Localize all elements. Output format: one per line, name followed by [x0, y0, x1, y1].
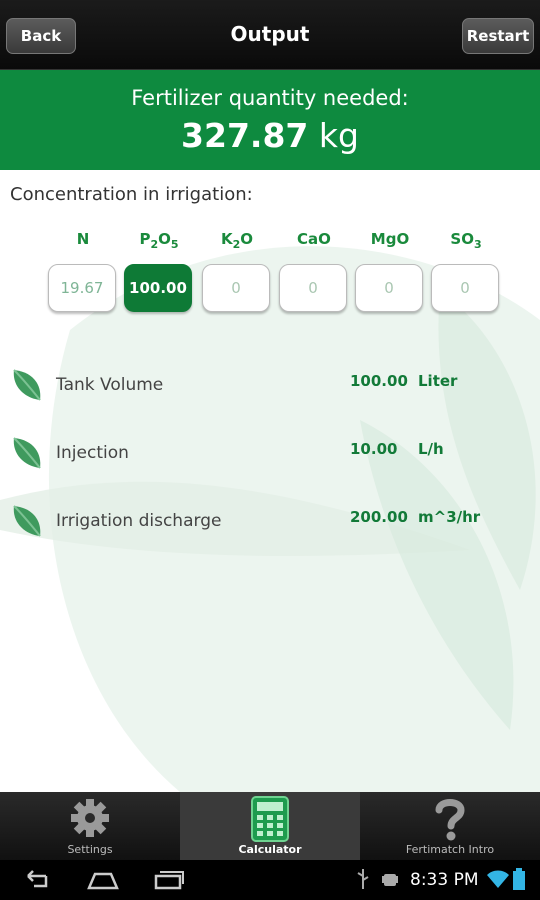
- concentration-title: Concentration in irrigation:: [10, 184, 253, 205]
- wifi-icon: [487, 870, 509, 888]
- status-clock: 8:33 PM: [410, 870, 479, 890]
- nav-home-icon[interactable]: [86, 868, 120, 892]
- injection-value[interactable]: 10.00: [350, 440, 397, 458]
- injection-label: Injection: [56, 443, 129, 463]
- nutrient-header: SO3: [450, 230, 482, 251]
- tab-settings[interactable]: Settings: [0, 792, 180, 860]
- result-value: 327.87: [181, 116, 309, 155]
- result-label: Fertilizer quantity needed:: [131, 86, 409, 110]
- battery-icon: [513, 868, 525, 890]
- nutrient-header: MgO: [370, 230, 410, 248]
- tab-calculator-label: Calculator: [238, 843, 302, 856]
- nutrient-header: K2O: [220, 230, 254, 251]
- nutrient-value-field[interactable]: 0: [355, 264, 423, 312]
- tab-calculator[interactable]: Calculator: [180, 792, 360, 860]
- irrigation-discharge-label: Irrigation discharge: [56, 511, 222, 531]
- irrigation-discharge-unit: m^3/hr: [418, 508, 481, 526]
- tab-intro-label: Fertimatch Intro: [405, 843, 495, 856]
- main-content: Concentration in irrigation: N 19.67 P2O5 1…: [0, 170, 540, 792]
- nutrient-header: P2O5: [139, 230, 179, 251]
- nav-recents-icon[interactable]: [153, 868, 185, 892]
- calculator-icon: [251, 796, 289, 842]
- action-bar: Back Output Restart: [0, 0, 540, 70]
- bottom-tab-bar: Settings Calculator Fertimatch Intro: [0, 792, 540, 860]
- question-mark-icon: [435, 799, 465, 841]
- result-banner: Fertilizer quantity needed: 327.87 kg: [0, 70, 540, 170]
- nutrient-value-field[interactable]: 0: [202, 264, 270, 312]
- leaf-icon: [13, 369, 41, 401]
- restart-button[interactable]: Restart: [462, 18, 534, 54]
- nutrient-header: N: [76, 230, 90, 248]
- tab-fertimatch-intro[interactable]: Fertimatch Intro: [360, 792, 540, 860]
- gear-icon: [71, 799, 109, 837]
- irrigation-discharge-value[interactable]: 200.00: [350, 508, 408, 526]
- page-title: Output: [230, 22, 310, 46]
- usb-icon: [357, 869, 369, 889]
- leaf-icon: [13, 437, 41, 469]
- leaf-icon: [13, 505, 41, 537]
- system-nav-bar: 8:33 PM: [0, 860, 540, 900]
- nutrient-value-field[interactable]: 100.00: [124, 264, 192, 312]
- nutrient-value-field[interactable]: 0: [431, 264, 499, 312]
- nutrient-value-field[interactable]: 0: [279, 264, 347, 312]
- result-quantity: 327.87 kg: [0, 116, 540, 155]
- nav-back-icon[interactable]: [20, 868, 50, 892]
- tab-settings-label: Settings: [67, 843, 113, 856]
- tank-volume-value[interactable]: 100.00: [350, 372, 408, 390]
- nutrient-header: CaO: [297, 230, 331, 248]
- tank-volume-unit: Liter: [418, 372, 458, 390]
- android-debug-icon: [382, 874, 398, 886]
- result-unit: kg: [318, 116, 359, 155]
- nutrient-value-field[interactable]: 19.67: [48, 264, 116, 312]
- injection-unit: L/h: [418, 440, 444, 458]
- tank-volume-label: Tank Volume: [56, 375, 164, 395]
